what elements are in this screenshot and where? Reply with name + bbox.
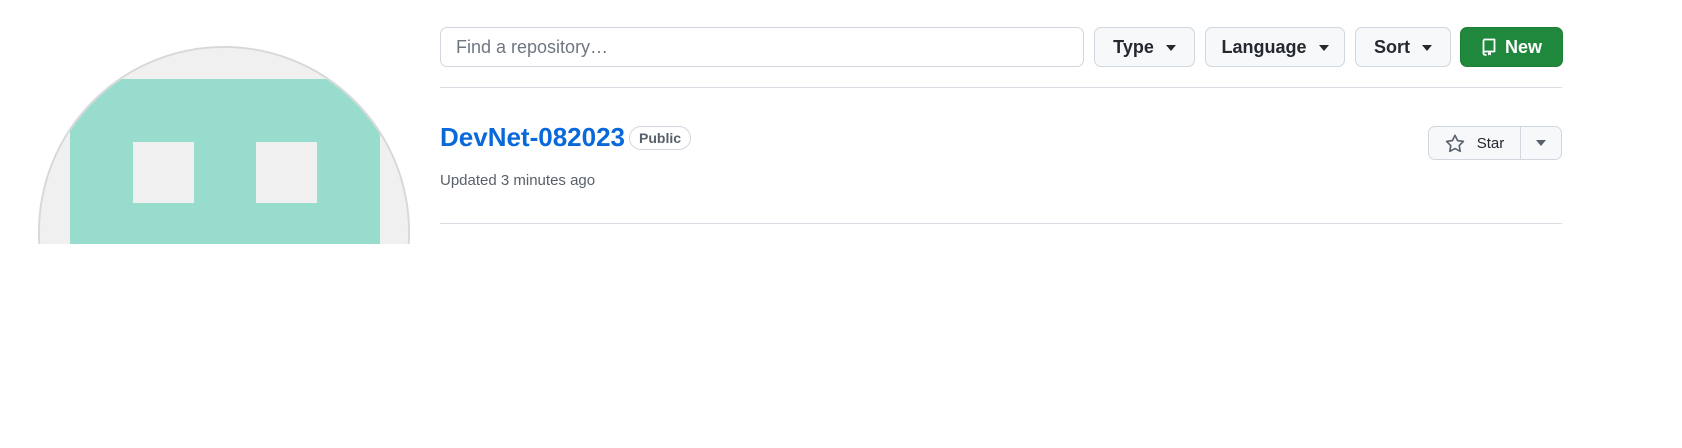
identicon-image: [40, 48, 408, 244]
star-icon: [1445, 134, 1465, 153]
type-filter-label: Type: [1113, 36, 1154, 57]
avatar[interactable]: [38, 46, 410, 244]
sort-button[interactable]: Sort: [1355, 27, 1451, 67]
repo-icon: [1481, 38, 1497, 56]
sort-label: Sort: [1374, 36, 1410, 57]
type-filter-button[interactable]: Type: [1094, 27, 1195, 67]
toolbar-divider: [440, 87, 1562, 88]
star-list-dropdown[interactable]: [1521, 127, 1561, 159]
language-filter-button[interactable]: Language: [1205, 27, 1345, 67]
repository-divider: [440, 223, 1562, 224]
new-repository-button[interactable]: New: [1460, 27, 1563, 67]
triangle-down-icon: [1536, 140, 1546, 146]
star-label: Star: [1476, 134, 1505, 152]
star-button-group: Star: [1428, 126, 1562, 160]
profile-avatar-container: [38, 46, 412, 244]
visibility-badge: Public: [629, 126, 692, 150]
triangle-down-icon: [1318, 45, 1329, 51]
triangle-down-icon: [1165, 45, 1176, 51]
repositories-page: Type Language Sort New DevNet-0820: [0, 0, 1682, 448]
repository-name-link[interactable]: DevNet-082023: [440, 122, 625, 153]
find-repository-input[interactable]: [440, 27, 1084, 67]
star-button[interactable]: Star: [1429, 127, 1521, 159]
new-button-label: New: [1504, 36, 1542, 57]
language-filter-label: Language: [1221, 36, 1307, 57]
repository-toolbar: Type Language Sort New: [440, 27, 1563, 67]
updated-timestamp: Updated 3 minutes ago: [440, 172, 596, 189]
triangle-down-icon: [1422, 45, 1432, 51]
